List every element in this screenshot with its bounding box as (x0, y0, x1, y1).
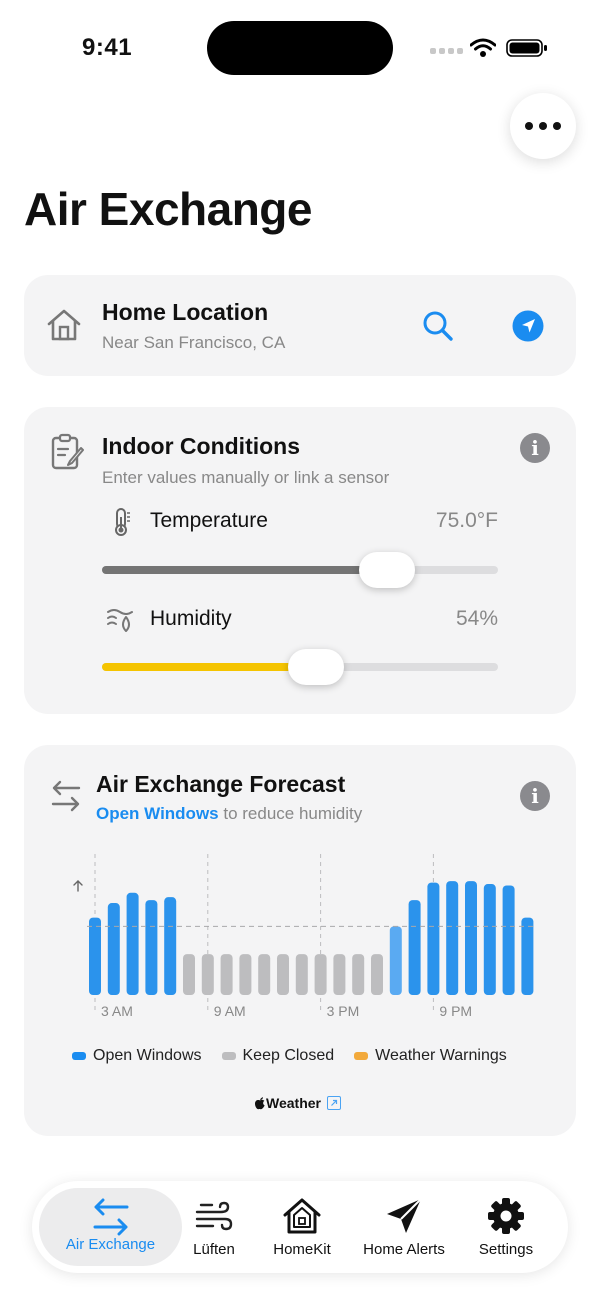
chart-tick-label: 3 AM (101, 1003, 133, 1019)
home-icon (283, 1198, 321, 1234)
tab-air-exchange[interactable]: Air Exchange (39, 1181, 182, 1273)
tab-label: Settings (478, 1241, 534, 1258)
temperature-slider[interactable] (102, 566, 498, 574)
axis-arrow-icon (73, 880, 83, 892)
tab-homekit[interactable]: HomeKit (262, 1181, 342, 1273)
tab-lueften[interactable]: Lüften (182, 1181, 246, 1273)
forecast-chart: 3 AM 9 AM 3 PM 9 PM (73, 854, 536, 1019)
location-arrow-icon[interactable] (512, 310, 544, 342)
tab-label: Home Alerts (363, 1241, 445, 1258)
temperature-label: Temperature (150, 509, 268, 532)
location-subtitle: Near San Francisco, CA (102, 333, 286, 352)
chart-bar (521, 917, 534, 995)
legend-open-windows: Open Windows (72, 1047, 202, 1065)
legend-label: Keep Closed (242, 1047, 335, 1064)
chart-bar (107, 903, 120, 995)
tab-label: Air Exchange (65, 1236, 156, 1253)
chart-bar (183, 954, 195, 995)
arrows-exchange-icon (51, 780, 81, 812)
forecast-subtitle: Open Windows to reduce humidity (96, 804, 362, 824)
chart-bar (333, 954, 346, 995)
weather-attribution[interactable]: Weather (254, 1095, 341, 1111)
chart-bar (126, 892, 139, 995)
chart-bar (427, 882, 440, 995)
forecast-info-icon[interactable]: i (520, 781, 550, 811)
battery-icon (506, 39, 547, 57)
chart-bar (389, 926, 402, 995)
chart-bar (164, 897, 177, 995)
chart-bar (371, 954, 383, 995)
dynamic-island (207, 21, 393, 75)
ellipsis-icon (525, 122, 561, 130)
humidity-value: 54% (455, 607, 498, 630)
indoor-conditions-card: Indoor Conditions Enter values manually … (24, 407, 576, 714)
house-icon (47, 309, 81, 341)
chart-bar (277, 954, 289, 995)
chart-bar (220, 954, 233, 995)
humidity-slider-fill (102, 663, 316, 671)
wifi-icon (470, 38, 496, 57)
legend-swatch (354, 1052, 369, 1060)
home-location-card[interactable]: Home Location Near San Francisco, CA (24, 275, 576, 376)
legend-label: Open Windows (93, 1047, 202, 1064)
temperature-slider-thumb[interactable] (359, 552, 416, 588)
temperature-value: 75.0°F (435, 509, 498, 532)
indoor-title: Indoor Conditions (102, 433, 301, 459)
chart-legend: Open Windows Keep Closed Weather Warning… (72, 1047, 507, 1065)
forecast-card: Air Exchange Forecast Open Windows to re… (24, 745, 576, 1136)
legend-keep-closed: Keep Closed (221, 1047, 335, 1065)
chart-tick-label: 9 AM (214, 1003, 246, 1019)
chart-tick-label: 9 PM (439, 1003, 472, 1019)
apple-logo-icon (255, 1097, 265, 1110)
tab-label: HomeKit (273, 1241, 331, 1258)
open-windows-link[interactable]: Open Windows (96, 804, 219, 823)
temperature-slider-fill (102, 566, 388, 574)
tab-settings[interactable]: Settings (468, 1181, 544, 1273)
chart-bar (314, 954, 327, 995)
humidity-slider-thumb[interactable] (287, 649, 344, 685)
forecast-subtitle-rest: to reduce humidity (218, 804, 363, 823)
legend-swatch (72, 1052, 86, 1060)
chart-tick-label: 3 PM (327, 1003, 360, 1019)
tab-home-alerts[interactable]: Home Alerts (356, 1181, 452, 1273)
external-link-icon (326, 1096, 341, 1110)
tab-label: Lüften (193, 1241, 235, 1258)
arrows-exchange-icon (93, 1198, 128, 1236)
attribution-label: Weather (266, 1095, 321, 1111)
chart-bar (239, 954, 252, 995)
page-title: Air Exchange (24, 183, 313, 235)
legend-weather-warnings: Weather Warnings (354, 1047, 507, 1065)
signal-icon (430, 48, 463, 54)
chart-bar (465, 881, 477, 995)
more-button[interactable] (510, 93, 576, 159)
paper-plane-icon (387, 1198, 422, 1233)
chart-bar (352, 954, 365, 995)
chart-bar (258, 954, 271, 995)
chart-bar (295, 954, 308, 995)
chart-bar (502, 885, 515, 995)
tab-bar: Air Exchange Lüften HomeKit Home Alerts (32, 1181, 568, 1273)
chart-bar (145, 900, 158, 995)
wind-icon (195, 1201, 233, 1231)
search-icon[interactable] (422, 310, 454, 342)
info-icon[interactable]: i (520, 433, 550, 463)
thermometer-icon (115, 508, 130, 536)
chart-bar (446, 881, 459, 995)
clipboard-pencil-icon (51, 433, 84, 470)
chart-bar (483, 884, 496, 995)
gear-icon (488, 1198, 524, 1234)
forecast-title: Air Exchange Forecast (96, 771, 346, 797)
legend-label: Weather Warnings (375, 1047, 507, 1064)
humidity-icon (107, 609, 133, 632)
humidity-label: Humidity (150, 607, 232, 630)
chart-bar (201, 954, 214, 995)
location-title: Home Location (102, 299, 269, 325)
legend-swatch (221, 1052, 236, 1060)
indoor-subtitle: Enter values manually or link a sensor (102, 468, 390, 487)
chart-bar (408, 900, 421, 995)
status-time: 9:41 (82, 34, 133, 61)
chart-bar (89, 917, 101, 995)
